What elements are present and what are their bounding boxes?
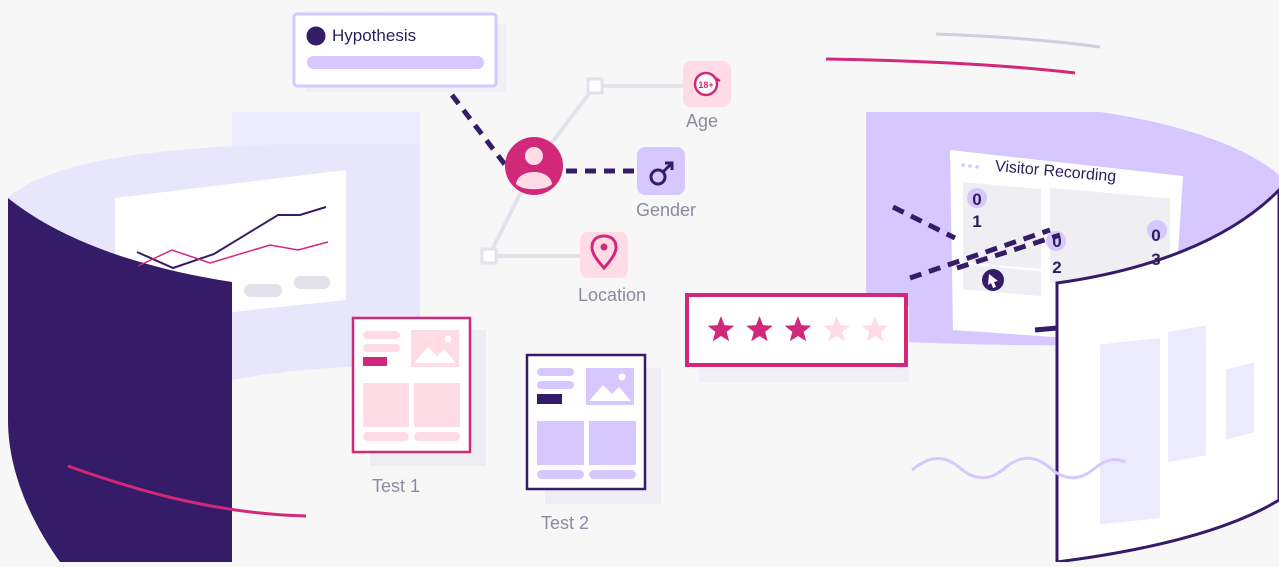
male-symbol-icon [637,147,685,195]
location-pin-icon [580,232,628,278]
test-1-card [351,316,486,466]
decorative-line [935,32,1101,49]
cell-2-top-number: 0 [1052,232,1062,251]
connector-node [480,247,498,265]
user-avatar-icon [505,137,563,195]
connector-node [586,77,604,95]
cell-1-top-number: 0 [972,190,982,209]
decorative-line [825,57,1076,75]
hypothesis-dot-icon [306,26,326,46]
test-1-label: Test 1 [372,476,421,496]
cell-2-bottom-number: 2 [1052,258,1062,277]
location-label: Location [578,285,647,305]
test-2-card [525,353,661,504]
gender-label: Gender [636,200,697,220]
cell-1-bottom-number: 1 [972,212,982,231]
star-rating [685,293,909,382]
cell-3-top-number: 0 [1151,226,1161,245]
age-label: Age [686,111,719,131]
test-2-label: Test 2 [541,513,590,533]
cell-3-bottom-number: 3 [1151,250,1161,269]
age-badge-text: 18+ [698,80,713,90]
hypothesis-label: Hypothesis [332,26,417,45]
illustration-canvas: 18+ [8,12,1279,564]
illustration-stage: 18+ [0,0,1279,564]
